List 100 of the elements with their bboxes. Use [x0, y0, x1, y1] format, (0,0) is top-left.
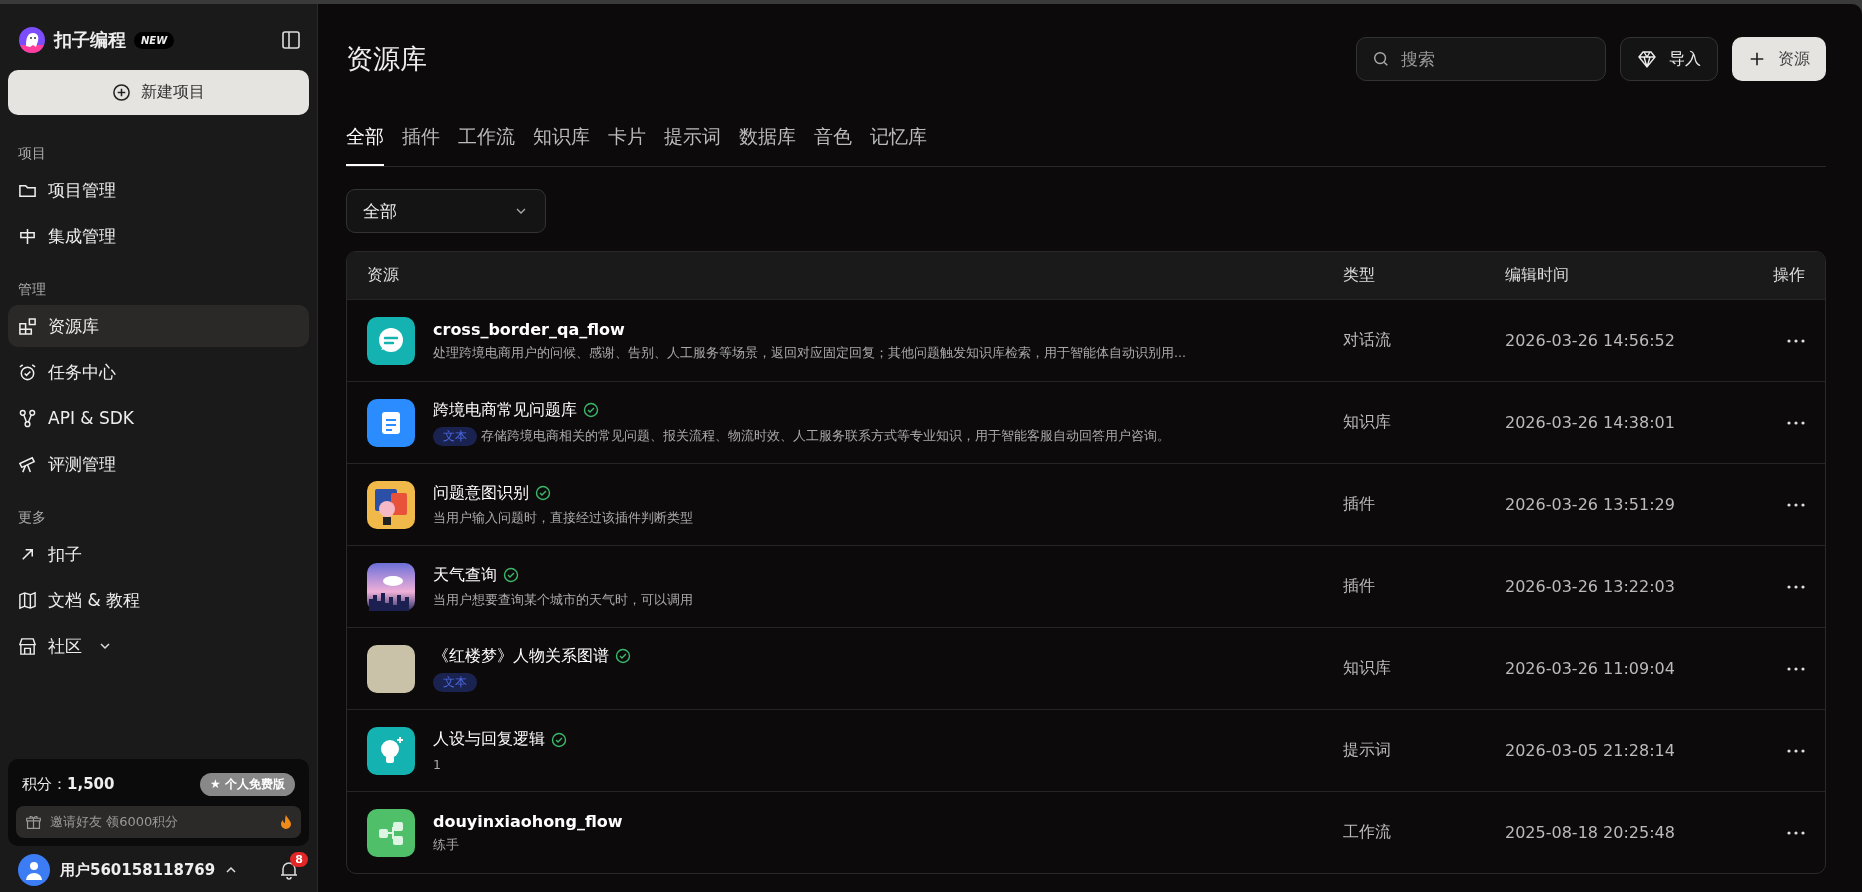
nav-item[interactable]: 评测管理	[8, 443, 309, 485]
flame-icon	[280, 814, 292, 830]
filter-dropdown[interactable]: 全部	[346, 189, 546, 233]
avatar-icon[interactable]	[18, 854, 50, 886]
more-icon[interactable]	[1787, 338, 1805, 343]
tab[interactable]: 知识库	[533, 114, 590, 166]
type-text: 工作流	[1343, 822, 1392, 843]
notification-badge: 8	[290, 852, 308, 867]
more-icon[interactable]	[1787, 420, 1805, 425]
ghost-logo-icon	[18, 26, 46, 54]
table-row[interactable]: 天气查询 当用户想要查询某个城市的天气时，可以调用 插件 2026-03-26 13:22:03	[347, 545, 1825, 627]
resource-name[interactable]: cross_border_qa_flow	[433, 319, 625, 339]
search-field[interactable]: 搜索	[1356, 37, 1606, 81]
tab[interactable]: 数据库	[739, 114, 796, 166]
import-button[interactable]: 导入	[1620, 37, 1718, 81]
tab[interactable]: 音色	[814, 114, 852, 166]
table-row[interactable]: 问题意图识别 当用户输入问题时，直接经过该插件判断类型 插件 2026-03-26 13:51:29	[347, 463, 1825, 545]
table-row[interactable]: 《红楼梦》人物关系图谱 文本 知识库 2026-03-26 11:09:04	[347, 627, 1825, 709]
photo-placeholder	[367, 644, 415, 693]
resource-description: 练手	[433, 836, 459, 854]
invite-text: 邀请好友 领6000积分	[50, 813, 179, 831]
table-row[interactable]: douyinxiaohong_flow 练手 工作流 2025-08-18 20:25:48	[347, 791, 1825, 873]
section-title: 管理	[17, 280, 47, 299]
type-text: 对话流	[1343, 330, 1392, 351]
resource-name[interactable]: 跨境电商常见问题库	[433, 399, 577, 421]
nodes-icon	[18, 408, 37, 428]
type-text: 提示词	[1343, 740, 1392, 761]
resource-description: 处理跨境电商用户的问候、感谢、告别、人工服务等场景，返回对应固定回复；其他问题触发知识库检索，用于智能体自动识别用...	[433, 344, 1186, 362]
resource-name[interactable]: douyinxiaohong_flow	[433, 811, 623, 831]
page-title: 资源库	[346, 42, 427, 76]
edited-time: 2026-03-26 11:09:04	[1505, 659, 1676, 678]
more-icon[interactable]	[1787, 748, 1805, 753]
speech-illustration-drawing	[367, 480, 415, 529]
user-name[interactable]: 用户560158118769	[60, 860, 216, 880]
nav-item[interactable]: 扣子	[8, 533, 309, 575]
tab[interactable]: 全部	[346, 114, 384, 166]
tab[interactable]: 记忆库	[870, 114, 927, 166]
edited-time: 2026-03-26 13:51:29	[1505, 495, 1676, 514]
tab[interactable]: 插件	[402, 114, 440, 166]
chat-bubble-icon	[367, 316, 415, 365]
plus-icon	[1748, 50, 1766, 68]
telescope-icon	[18, 454, 37, 474]
section-title: 项目	[17, 144, 47, 163]
plan-badge: ★ 个人免费版	[200, 773, 295, 796]
column-header: 资源	[366, 265, 400, 286]
nav-item[interactable]: 资源库	[8, 305, 309, 347]
table-row[interactable]: 跨境电商常见问题库 文本 存储跨境电商相关的常见问题、报关流程、物流时效、人工服务联系方式等专业知识，用于智能客服自动回答用户咨询。 知识库 2026-03-26 14:38:01	[347, 381, 1825, 463]
nav-item[interactable]: 任务中心	[8, 351, 309, 393]
resource-description: 存储跨境电商相关的常见问题、报关流程、物流时效、人工服务联系方式等专业知识，用于智能客服自动回答用户咨询。	[481, 427, 1170, 445]
resource-name[interactable]: 问题意图识别	[433, 482, 529, 504]
more-icon[interactable]	[1787, 666, 1805, 671]
new-project-button[interactable]: 新建项目	[8, 70, 309, 115]
type-text: 知识库	[1343, 658, 1392, 679]
brand-name: 扣子编程	[54, 28, 126, 52]
more-icon[interactable]	[1787, 830, 1805, 835]
workflow-icon	[367, 808, 415, 857]
resource-description: 当用户想要查询某个城市的天气时，可以调用	[433, 591, 693, 609]
type-tag: 文本	[433, 672, 477, 692]
table-row[interactable]: 人设与回复逻辑 1 提示词 2026-03-05 21:28:14	[347, 709, 1825, 791]
resource-name[interactable]: 天气查询	[433, 564, 497, 586]
new-badge: NEW	[134, 31, 175, 49]
tab[interactable]: 卡片	[608, 114, 646, 166]
column-header: 编辑时间	[1505, 265, 1570, 286]
lightbulb-icon	[367, 726, 415, 775]
type-text: 插件	[1343, 494, 1376, 515]
plus-circle-icon	[112, 83, 131, 102]
type-text: 知识库	[1343, 412, 1392, 433]
resource-name[interactable]: 人设与回复逻辑	[433, 729, 545, 750]
more-icon[interactable]	[1787, 502, 1805, 507]
edited-time: 2026-03-26 14:38:01	[1505, 413, 1676, 432]
edited-time: 2026-03-26 13:22:03	[1505, 577, 1676, 596]
resource-name[interactable]: 《红楼梦》人物关系图谱	[433, 645, 609, 667]
type-tag: 文本	[433, 426, 477, 446]
invite-banner[interactable]: 邀请好友 领6000积分	[16, 806, 301, 838]
nav-item[interactable]: API & SDK	[8, 397, 309, 439]
alarm-clock-icon	[18, 362, 37, 382]
table-row[interactable]: cross_border_qa_flow 处理跨境电商用户的问候、感谢、告别、人工服务等场景，返回对应固定回复；其他问题触发知识库检索，用于智能体自动识别用... 对话流 2026-03-26 14:56:52	[347, 299, 1825, 381]
edited-time: 2026-03-05 21:28:14	[1505, 741, 1676, 760]
more-icon[interactable]	[1787, 584, 1805, 589]
tab[interactable]: 工作流	[458, 114, 515, 166]
edited-time: 2026-03-26 14:56:52	[1505, 331, 1676, 350]
tab[interactable]: 提示词	[664, 114, 721, 166]
chevron-down-icon[interactable]	[99, 640, 111, 652]
sidebar-toggle-icon[interactable]	[281, 30, 301, 50]
gift-icon	[25, 813, 42, 831]
add-resource-button[interactable]: 资源	[1732, 37, 1826, 81]
resource-description: 1	[433, 756, 441, 772]
resource-description: 当用户输入问题时，直接经过该插件判断类型	[433, 509, 693, 527]
nav-item[interactable]: 集成管理	[8, 215, 309, 257]
store-icon	[18, 636, 37, 656]
edited-time: 2025-08-18 20:25:48	[1505, 823, 1676, 842]
credits-text: 积分：1,500	[22, 775, 115, 794]
diamond-icon	[1637, 49, 1657, 69]
nav-item[interactable]: 社区	[8, 625, 309, 667]
column-header: 类型	[1343, 265, 1376, 286]
type-text: 插件	[1343, 576, 1376, 597]
nav-item[interactable]: 文档 & 教程	[8, 579, 309, 621]
sky-skyline-drawing	[367, 562, 415, 611]
nav-item[interactable]: 项目管理	[8, 169, 309, 211]
book-icon	[18, 590, 37, 610]
